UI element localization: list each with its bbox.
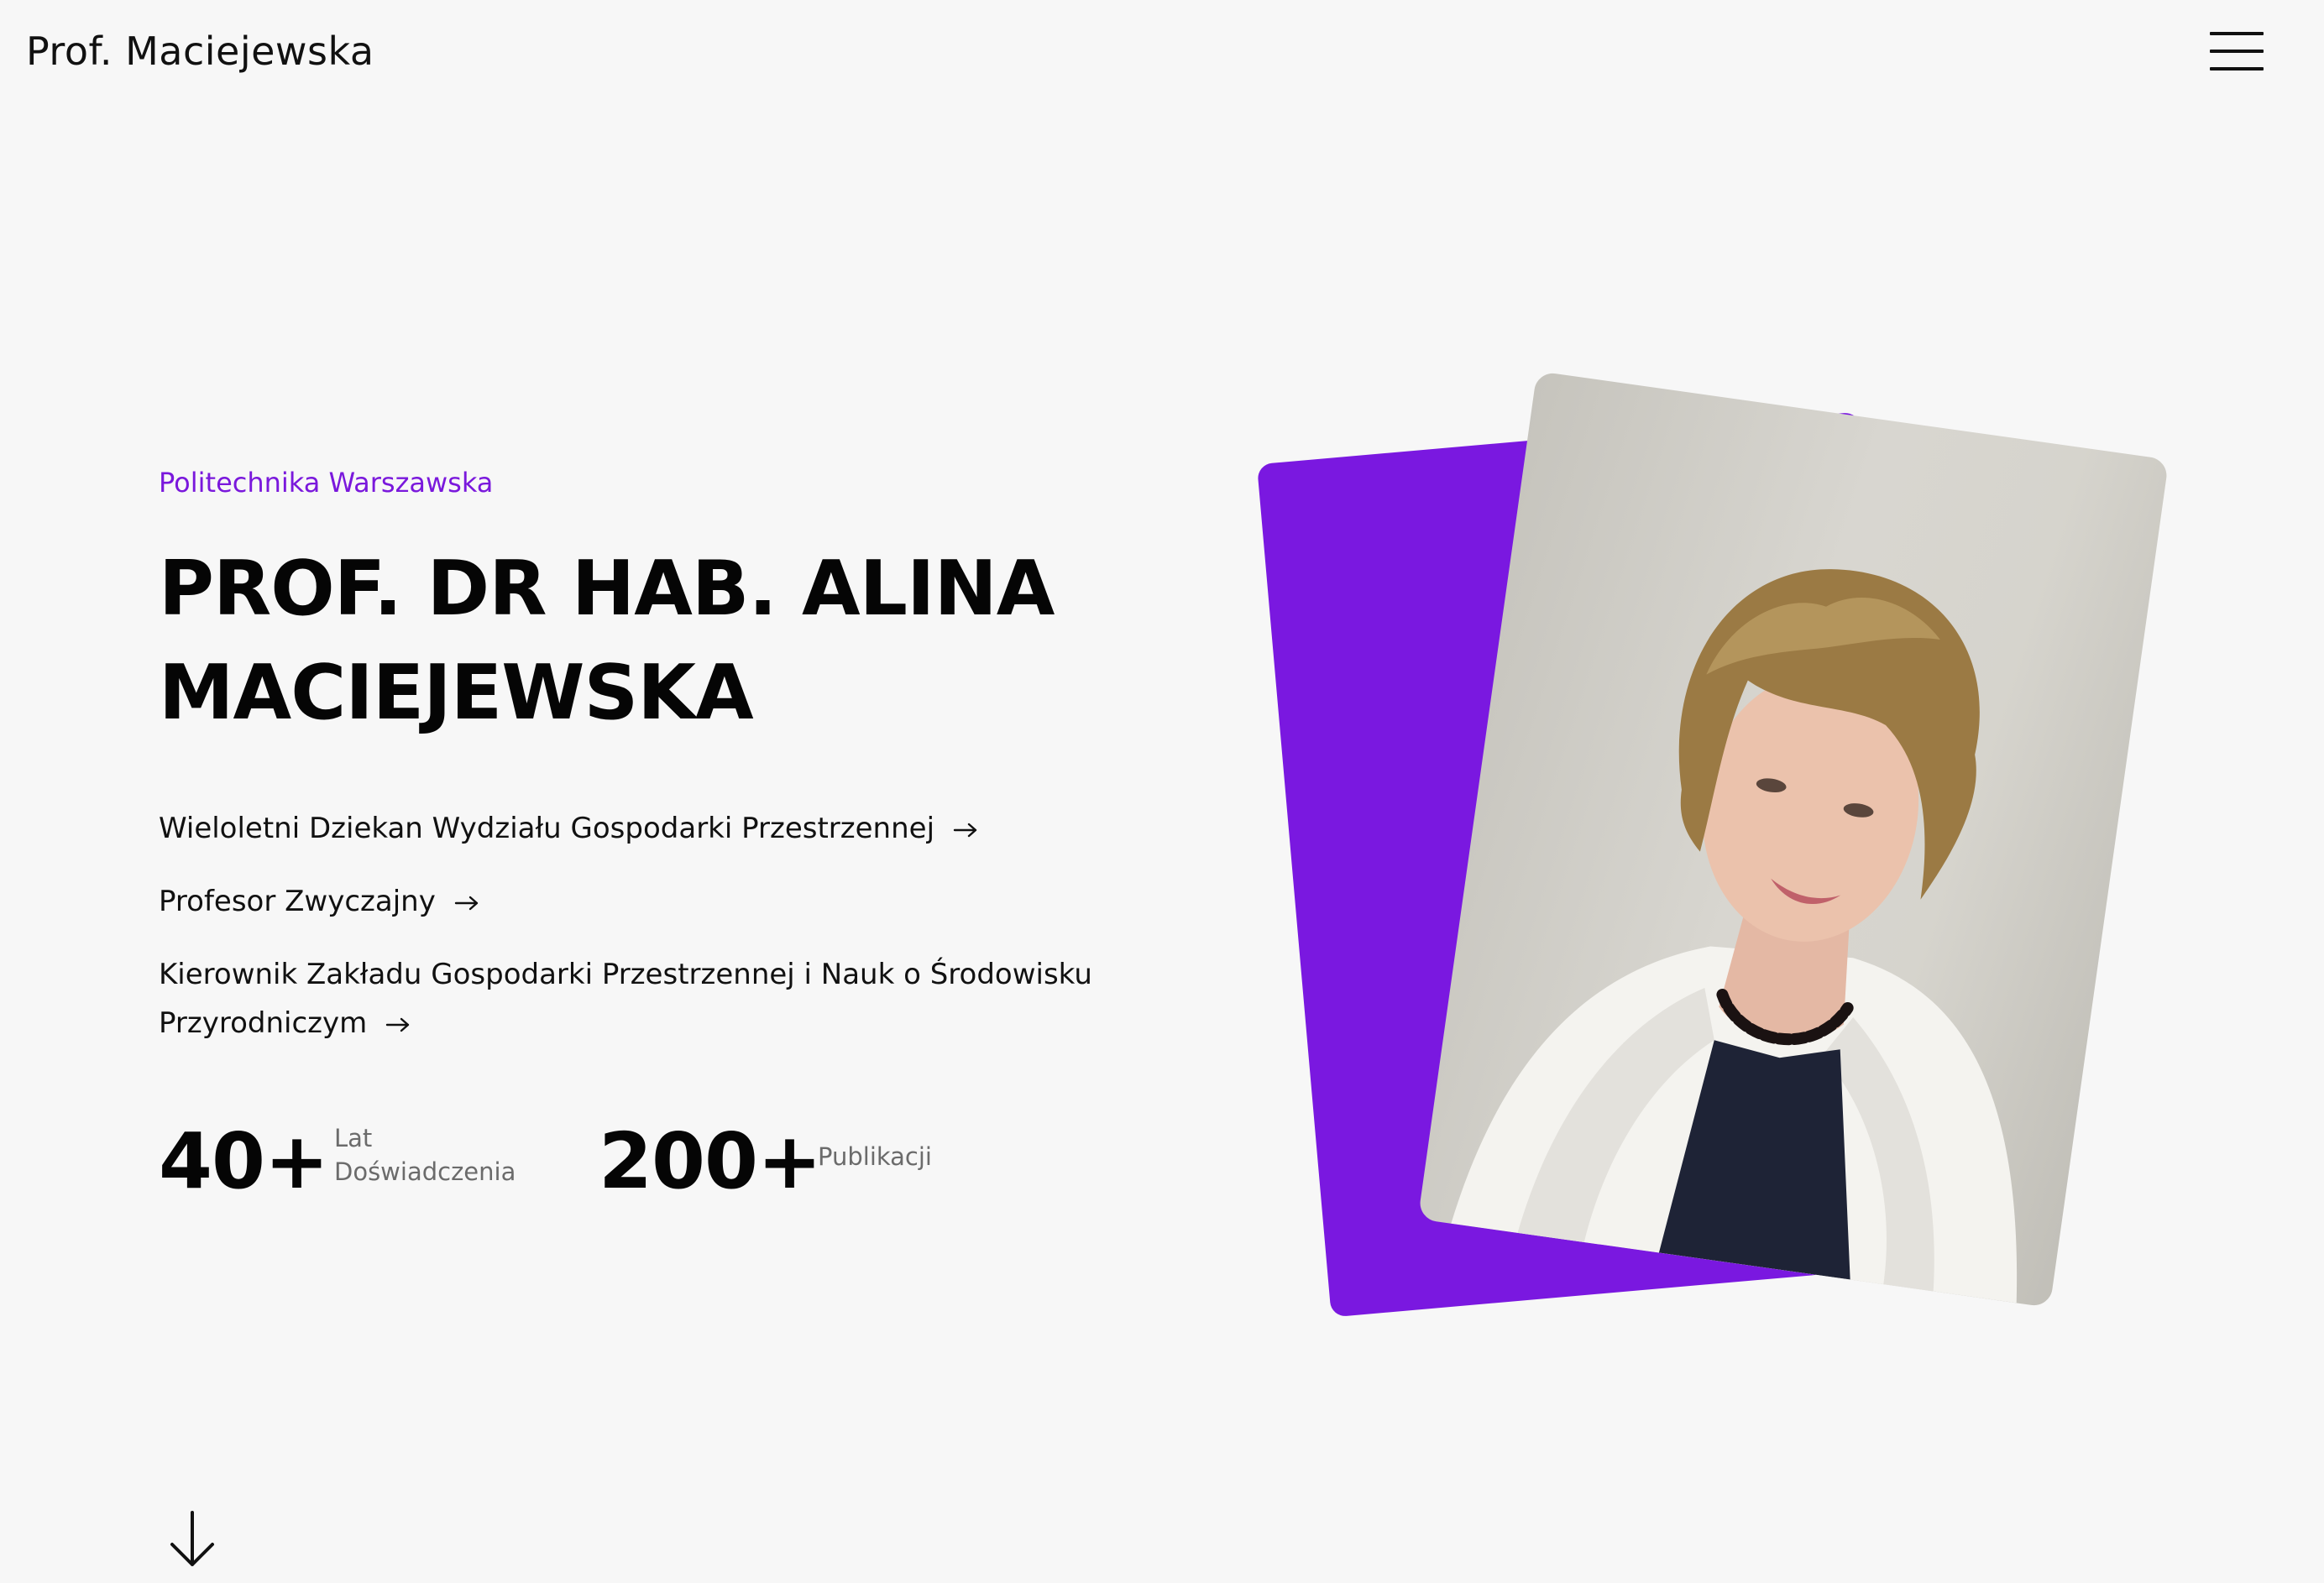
arrow-right-icon bbox=[454, 896, 479, 910]
role-item-professor[interactable]: Profesor Zwyczajny bbox=[159, 877, 1124, 926]
stat-years-value: 40+ bbox=[159, 1116, 329, 1206]
role-label: Profesor Zwyczajny bbox=[159, 885, 436, 918]
stat-publications-value: 200+ bbox=[599, 1116, 822, 1206]
arrow-right-icon bbox=[386, 1017, 410, 1032]
role-label: Kierownik Zakładu Gospodarki Przestrzenn… bbox=[159, 958, 1092, 1040]
menu-line bbox=[2210, 32, 2264, 35]
role-label: Wieloletni Dziekan Wydziału Gospodarki P… bbox=[159, 812, 935, 845]
stat-publications-label: Publikacji bbox=[818, 1142, 932, 1171]
roles-list: Wieloletni Dziekan Wydziału Gospodarki P… bbox=[159, 804, 1124, 1047]
site-logo[interactable]: Prof. Maciejewska bbox=[26, 29, 374, 74]
menu-line bbox=[2210, 67, 2264, 71]
portrait-photo bbox=[1417, 371, 2170, 1308]
portrait-illustration bbox=[1451, 569, 2018, 1303]
arrow-right-icon bbox=[953, 823, 977, 837]
stat-years-label: Lat Doświadczenia bbox=[334, 1124, 516, 1186]
university-name: Politechnika Warszawska bbox=[159, 467, 494, 499]
role-item-head[interactable]: Kierownik Zakładu Gospodarki Przestrzenn… bbox=[159, 950, 1124, 1047]
page-title: PROF. DR HAB. ALINA MACIEJEWSKA bbox=[159, 545, 1055, 737]
arrow-down-icon[interactable] bbox=[170, 1511, 215, 1568]
role-item-dean[interactable]: Wieloletni Dziekan Wydziału Gospodarki P… bbox=[159, 804, 1124, 853]
hamburger-menu-icon[interactable] bbox=[2210, 32, 2264, 71]
menu-line bbox=[2210, 50, 2264, 53]
